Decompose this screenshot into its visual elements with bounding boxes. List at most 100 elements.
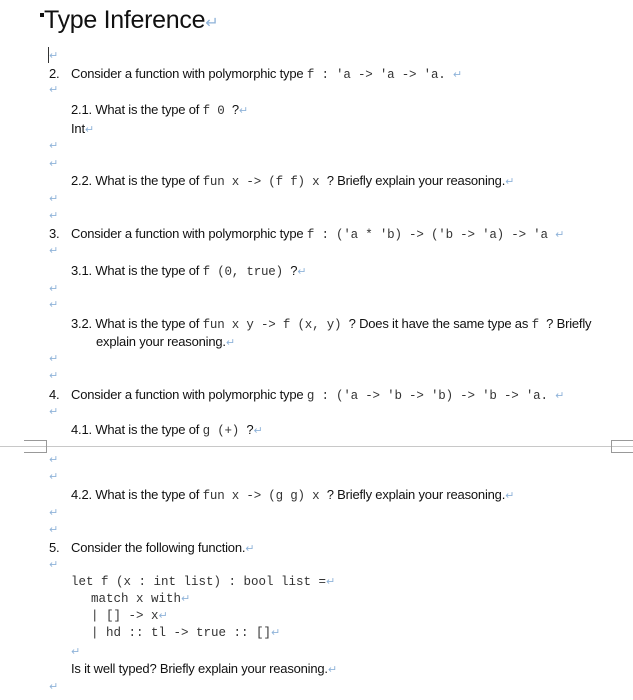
question-text: What is the type of [95, 173, 203, 188]
paragraph-mark-icon: ↵ [505, 489, 515, 502]
question-4-1[interactable]: 4.1. What is the type of g (+) ?↵ [71, 422, 263, 438]
paragraph-mark-icon: ↵ [555, 389, 565, 402]
question-text: Consider a function with polymorphic typ… [71, 66, 307, 81]
code-expression: f [531, 318, 547, 332]
paragraph-mark-icon: ↵ [158, 609, 168, 622]
question-text: What is the type of [95, 263, 203, 278]
question-text-middle: ? Does it have the same type as [348, 316, 532, 331]
question-2-1[interactable]: 2.1. What is the type of f 0 ?↵ [71, 102, 248, 118]
question-3[interactable]: 3. Consider a function with polymorphic t… [49, 226, 564, 242]
paragraph-mark-icon: ↵ [49, 282, 59, 295]
code-text: | hd :: tl -> true :: [] [91, 626, 272, 640]
paragraph-mark-icon: ↵ [505, 175, 515, 188]
paragraph-mark-icon: ↵ [49, 470, 59, 483]
answer-text: Int [71, 121, 85, 136]
question-5[interactable]: 5. Consider the following function.↵ [49, 540, 254, 555]
paragraph-mark-icon: ↵ [452, 68, 462, 81]
paragraph-mark-icon: ↵ [181, 592, 191, 605]
code-expression: fun x y -> f (x, y) [202, 318, 349, 332]
code-text: let f (x : int list) : bool list = [71, 575, 327, 589]
paragraph-mark-icon: ↵ [49, 139, 59, 152]
question-suffix: ? Briefly explain your reasoning. [326, 173, 506, 188]
paragraph-mark-icon: ↵ [49, 405, 59, 418]
page-break-divider [0, 446, 633, 447]
paragraph-mark-icon: ↵ [49, 369, 59, 382]
question-4[interactable]: 4. Consider a function with polymorphic t… [49, 387, 564, 403]
list-number: 4.2. [71, 487, 92, 502]
type-signature: f : 'a -> 'a -> 'a. [306, 68, 453, 82]
code-expression: fun x -> (g g) x [202, 489, 327, 503]
paragraph-mark-icon: ↵ [555, 228, 565, 241]
page-corner-marker-left [24, 440, 47, 453]
question-2-2[interactable]: 2.2. What is the type of fun x -> (f f) … [71, 173, 514, 189]
question-4-2[interactable]: 4.2. What is the type of fun x -> (g g) … [71, 487, 514, 503]
paragraph-mark-icon: ↵ [327, 663, 337, 676]
paragraph-mark-icon: ↵ [271, 626, 281, 639]
list-number: 4. [49, 387, 60, 402]
answer-2-1[interactable]: Int↵ [71, 121, 94, 136]
paragraph-mark-icon: ↵ [297, 265, 307, 278]
list-number: 5. [49, 540, 60, 555]
paragraph-mark-icon: ↵ [49, 192, 59, 205]
question-text: Consider the following function. [71, 540, 246, 555]
document-title: Type Inference↵ [44, 6, 219, 35]
paragraph-mark-icon: ↵ [205, 13, 219, 32]
code-line[interactable]: | hd :: tl -> true :: []↵ [91, 626, 280, 640]
code-expression: fun x -> (f f) x [202, 175, 327, 189]
question-suffix: ? [231, 102, 239, 117]
paragraph-mark-icon: ↵ [225, 336, 235, 349]
paragraph-mark-icon: ↵ [49, 453, 59, 466]
paragraph-mark-icon: ↵ [49, 209, 59, 222]
question-text: What is the type of [95, 422, 203, 437]
paragraph-mark-icon: ↵ [71, 645, 81, 658]
paragraph-mark-icon: ↵ [49, 83, 59, 96]
list-number: 2. [49, 66, 60, 81]
list-number: 3. [49, 226, 60, 241]
code-line[interactable]: let f (x : int list) : bool list =↵ [71, 575, 335, 589]
list-number: 2.1. [71, 102, 92, 117]
list-number: 3.1. [71, 263, 92, 278]
code-text: | [] -> x [91, 609, 159, 623]
paragraph-mark-icon: ↵ [49, 244, 59, 257]
code-expression: f 0 [202, 104, 232, 118]
paragraph-mark-icon: ↵ [49, 558, 59, 571]
code-line[interactable]: | [] -> x↵ [91, 609, 168, 623]
question-text: Consider a function with polymorphic typ… [71, 387, 307, 402]
title-text: Type Inference [44, 6, 206, 34]
paragraph-mark-icon: ↵ [49, 157, 59, 170]
type-signature: g : ('a -> 'b -> 'b) -> 'b -> 'a. [306, 389, 556, 403]
question-text: What is the type of [95, 102, 203, 117]
question-2[interactable]: 2. Consider a function with polymorphic t… [49, 66, 462, 82]
question-5-prompt[interactable]: Is it well typed? Briefly explain your r… [71, 661, 337, 676]
type-signature: f : ('a * 'b) -> ('b -> 'a) -> 'a [306, 228, 556, 242]
paragraph-mark-icon: ↵ [49, 298, 59, 311]
list-number: 3.2. [71, 316, 92, 331]
code-expression: f (0, true) [202, 265, 291, 279]
paragraph-mark-icon: ↵ [326, 575, 336, 588]
question-suffix: ? Briefly [546, 316, 592, 331]
question-3-1[interactable]: 3.1. What is the type of f (0, true) ?↵ [71, 263, 306, 279]
question-text: What is the type of [95, 316, 203, 331]
question-suffix: ? Briefly explain your reasoning. [326, 487, 506, 502]
paragraph-mark-icon: ↵ [49, 49, 59, 62]
page-corner-marker-right [611, 440, 633, 453]
paragraph-mark-icon: ↵ [238, 104, 248, 117]
paragraph-mark-icon: ↵ [49, 352, 59, 365]
question-text: explain your reasoning. [96, 334, 226, 349]
question-text: Consider a function with polymorphic typ… [71, 226, 307, 241]
paragraph-mark-icon: ↵ [49, 523, 59, 536]
question-3-2-continued[interactable]: explain your reasoning.↵ [96, 334, 235, 349]
code-line[interactable]: match x with↵ [91, 592, 190, 606]
paragraph-mark-icon: ↵ [84, 123, 94, 136]
question-text: Is it well typed? Briefly explain your r… [71, 661, 328, 676]
question-3-2[interactable]: 3.2. What is the type of fun x y -> f (x… [71, 316, 592, 332]
paragraph-mark-icon: ↵ [245, 542, 255, 555]
code-expression: g (+) [202, 424, 247, 438]
paragraph-mark-icon: ↵ [253, 424, 263, 437]
question-text: What is the type of [95, 487, 203, 502]
list-number: 4.1. [71, 422, 92, 437]
paragraph-mark-icon: ↵ [49, 506, 59, 519]
code-text: match x with [91, 592, 182, 606]
paragraph-mark-icon: ↵ [49, 680, 59, 693]
list-number: 2.2. [71, 173, 92, 188]
